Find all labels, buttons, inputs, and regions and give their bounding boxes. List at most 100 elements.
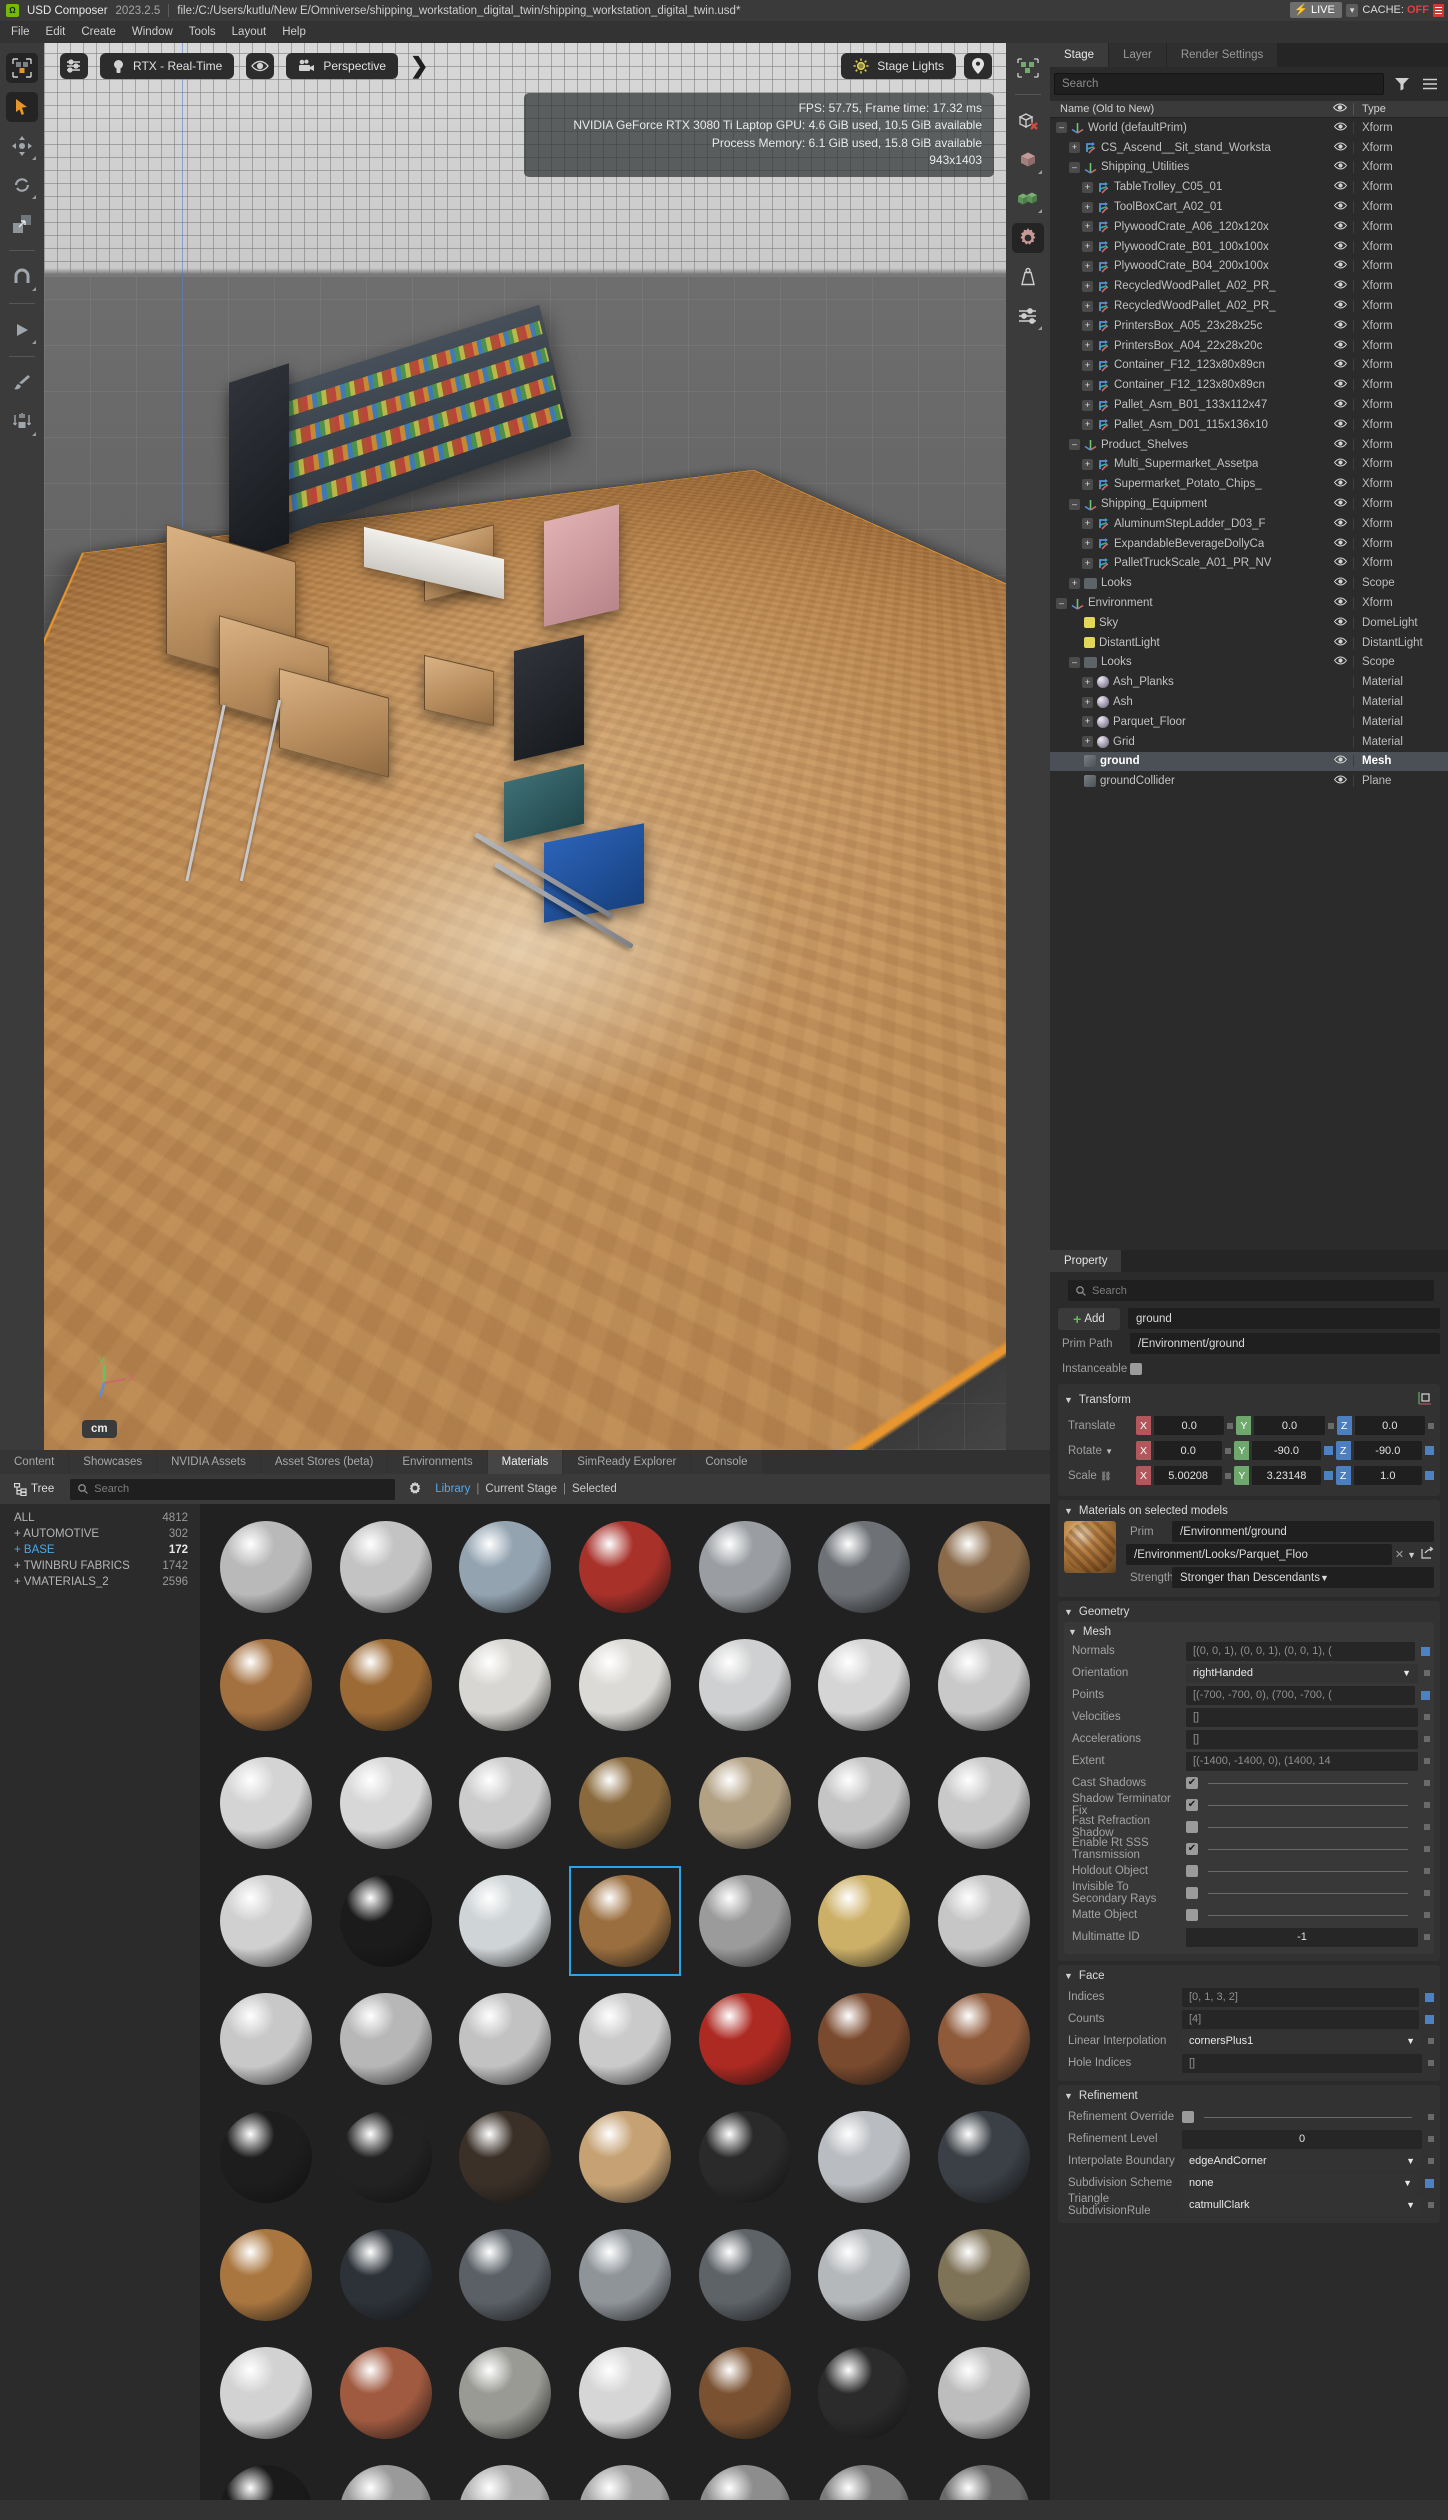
expand-icon[interactable]: +	[1082, 478, 1093, 490]
transform-x-dot[interactable]	[1225, 1472, 1232, 1479]
material-swatch[interactable]	[924, 1508, 1044, 1626]
refinement-checkbox[interactable]	[1182, 2111, 1194, 2123]
expand-icon[interactable]: +	[1082, 399, 1093, 411]
open-material-icon[interactable]	[1421, 1546, 1434, 1564]
material-swatch[interactable]	[565, 2098, 685, 2216]
stage-search-input[interactable]: Search	[1054, 73, 1384, 95]
material-swatch[interactable]	[685, 1508, 805, 1626]
material-swatch[interactable]	[924, 2334, 1044, 2452]
tab-layer[interactable]: Layer	[1109, 43, 1166, 67]
tab-render-settings[interactable]: Render Settings	[1166, 43, 1278, 67]
menu-item-help[interactable]: Help	[275, 24, 313, 40]
transform-x-value[interactable]: 5.00208	[1154, 1466, 1223, 1485]
physics-drop-tool[interactable]	[6, 407, 38, 437]
expand-icon[interactable]: +	[1082, 221, 1093, 233]
material-swatch[interactable]	[445, 1744, 565, 1862]
stage-tree-row-selected[interactable]: ground Mesh	[1050, 751, 1448, 772]
material-swatch[interactable]	[685, 2098, 805, 2216]
stage-tree-row[interactable]: + Ash Material	[1050, 692, 1448, 712]
menu-item-layout[interactable]: Layout	[225, 24, 274, 40]
expand-icon[interactable]: +	[1082, 518, 1093, 530]
prim-name-field[interactable]: ground	[1128, 1308, 1440, 1329]
refinement-indicator[interactable]	[1428, 2202, 1434, 2208]
geometry-indicator[interactable]	[1424, 1868, 1430, 1874]
stage-tree-row[interactable]: + TableTrolley_C05_01 Xform	[1050, 177, 1448, 197]
bottom-tab-showcases[interactable]: Showcases	[69, 1450, 157, 1474]
filter-library[interactable]: Library	[435, 1483, 470, 1495]
material-swatch[interactable]	[326, 1980, 446, 2098]
geometry-indicator[interactable]	[1424, 1802, 1430, 1808]
filter-icon[interactable]	[1392, 74, 1412, 94]
material-prim-field[interactable]: /Environment/ground	[1172, 1521, 1434, 1542]
stage-tree-row[interactable]: Sky DomeLight	[1050, 613, 1448, 633]
refinement-indicator[interactable]	[1428, 2158, 1434, 2164]
stage-tree-row[interactable]: + Multi_Supermarket_Assetpa Xform	[1050, 455, 1448, 475]
material-swatch[interactable]	[805, 1862, 925, 1980]
geometry-checkbox[interactable]	[1186, 1865, 1198, 1877]
geometry-text-field[interactable]: [(0, 0, 1), (0, 0, 1), (0, 0, 1), (	[1186, 1641, 1415, 1661]
transform-x-dot[interactable]	[1225, 1447, 1232, 1454]
snap-to-objects-tool[interactable]	[6, 53, 38, 83]
geometry-indicator[interactable]	[1421, 1646, 1430, 1656]
bottom-tab-content[interactable]: Content	[0, 1450, 69, 1474]
material-swatch[interactable]	[326, 2334, 446, 2452]
column-header-name[interactable]: Name (Old to New)	[1050, 103, 1327, 115]
stage-tree-row[interactable]: – World (defaultPrim) Xform	[1050, 118, 1448, 138]
viewport-units-badge[interactable]: cm	[82, 1420, 117, 1438]
geometry-checkbox[interactable]: ✔	[1186, 1777, 1198, 1789]
expand-icon[interactable]: +	[1082, 300, 1093, 312]
collider-group-icon[interactable]	[1012, 184, 1044, 214]
geometry-checkbox[interactable]	[1186, 1821, 1198, 1833]
expand-icon[interactable]: +	[1082, 359, 1093, 371]
expand-icon[interactable]: +	[1082, 736, 1093, 748]
geometry-indicator[interactable]	[1424, 1736, 1430, 1742]
menu-item-file[interactable]: File	[4, 24, 37, 40]
visibility-toggle-icon[interactable]	[1327, 419, 1353, 431]
transform-row-label[interactable]: Rotate ▼	[1064, 1445, 1136, 1457]
geometry-section-header[interactable]: ▼ Geometry	[1064, 1606, 1434, 1618]
expand-icon[interactable]: +	[1082, 201, 1093, 213]
move-tool[interactable]	[6, 131, 38, 161]
rigid-body-icon[interactable]	[1012, 145, 1044, 175]
transform-y-value[interactable]: -90.0	[1252, 1441, 1321, 1460]
materials-category-list[interactable]: ALL 4812 + AUTOMOTIVE 302 + BASE 172 + TWINBRU…	[0, 1504, 200, 2520]
bottom-tab-simready-explorer[interactable]: SimReady Explorer	[563, 1450, 691, 1474]
stage-tree-row[interactable]: + PlywoodCrate_A06_120x120x Xform	[1050, 217, 1448, 237]
material-swatch[interactable]	[445, 2216, 565, 2334]
visibility-toggle-icon[interactable]	[1327, 181, 1353, 193]
expand-icon[interactable]: +	[1069, 577, 1080, 589]
visibility-toggle-icon[interactable]	[1327, 379, 1353, 391]
material-swatch[interactable]	[805, 2334, 925, 2452]
viewport-visibility-icon[interactable]	[246, 53, 275, 79]
stage-tree-row[interactable]: – Looks Scope	[1050, 653, 1448, 673]
expand-icon[interactable]: +	[1082, 557, 1093, 569]
geometry-text-field[interactable]: []	[1186, 1729, 1418, 1749]
geometry-indicator[interactable]	[1424, 1714, 1430, 1720]
physics-sliders-icon[interactable]	[1012, 301, 1044, 331]
expand-icon[interactable]: +	[1082, 676, 1093, 688]
material-swatch[interactable]	[206, 2216, 326, 2334]
material-swatch[interactable]	[924, 1744, 1044, 1862]
transform-row-label[interactable]: Scale ⛓	[1064, 1470, 1136, 1482]
material-swatch[interactable]	[685, 1744, 805, 1862]
expand-icon[interactable]: +	[1082, 538, 1093, 550]
transform-z-dot[interactable]	[1427, 1422, 1434, 1429]
live-button[interactable]: ⚡ LIVE	[1290, 2, 1342, 18]
expand-icon[interactable]: +	[1082, 716, 1093, 728]
geometry-indicator[interactable]	[1424, 1824, 1430, 1830]
cache-document-icon[interactable]	[1433, 3, 1444, 17]
geometry-indicator[interactable]	[1424, 1934, 1430, 1940]
stage-tree-row[interactable]: + ExpandableBeverageDollyCa Xform	[1050, 534, 1448, 554]
material-swatch[interactable]	[565, 2216, 685, 2334]
face-text-field[interactable]: [0, 1, 3, 2]	[1182, 1987, 1419, 2007]
selection-group-icon[interactable]	[1012, 53, 1044, 83]
stage-tree-row[interactable]: + PrintersBox_A04_22x28x20c Xform	[1050, 336, 1448, 356]
geometry-indicator[interactable]	[1424, 1912, 1430, 1918]
material-swatch[interactable]	[924, 1862, 1044, 1980]
menu-item-window[interactable]: Window	[125, 24, 180, 40]
transform-y-value[interactable]: 0.0	[1254, 1416, 1325, 1435]
material-swatch[interactable]	[445, 1980, 565, 2098]
transform-x-dot[interactable]	[1227, 1422, 1234, 1429]
stage-tree-row[interactable]: + RecycledWoodPallet_A02_PR_ Xform	[1050, 276, 1448, 296]
refinement-dropdown[interactable]: catmullClark ▼	[1182, 2195, 1422, 2215]
